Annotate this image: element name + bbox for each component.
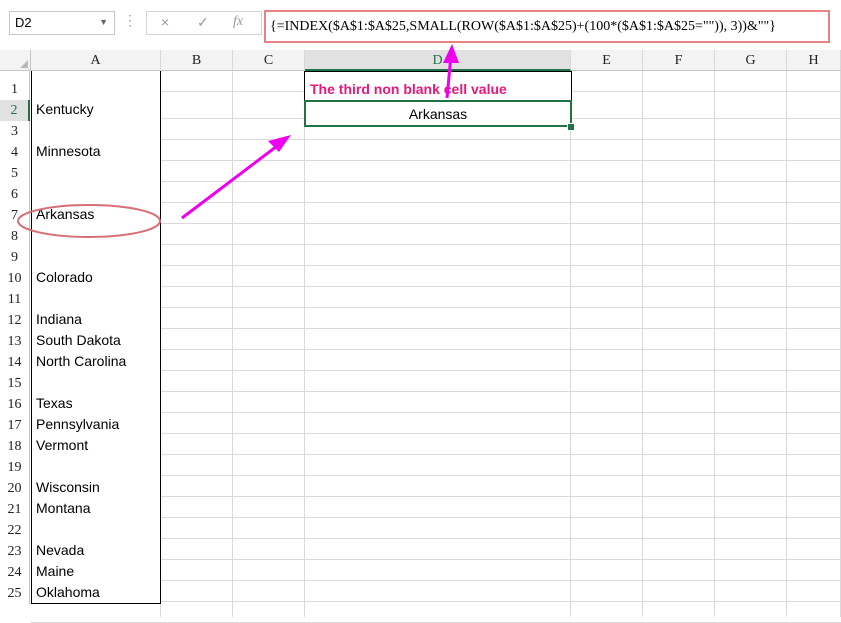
- cell-a1[interactable]: [31, 71, 161, 101]
- row-header-24[interactable]: 24: [0, 562, 30, 583]
- cell-a19[interactable]: [31, 456, 161, 478]
- row-header-3[interactable]: 3: [0, 121, 30, 142]
- cell-value: Montana: [36, 500, 90, 516]
- column-header-h[interactable]: H: [787, 50, 841, 71]
- formula-text: {=INDEX($A$1:$A$25,SMALL(ROW($A$1:$A$25)…: [270, 19, 776, 35]
- cell-a10[interactable]: Colorado: [31, 267, 161, 289]
- grid-vline: [232, 71, 233, 617]
- cell-a9[interactable]: [31, 246, 161, 268]
- cell-a6[interactable]: [31, 183, 161, 205]
- cell-value: Kentucky: [36, 101, 94, 117]
- row-header-14[interactable]: 14: [0, 352, 30, 373]
- cell-a16[interactable]: Texas: [31, 393, 161, 415]
- formula-input[interactable]: {=INDEX($A$1:$A$25,SMALL(ROW($A$1:$A$25)…: [264, 10, 830, 43]
- grid-vline: [570, 71, 571, 617]
- cell-value: South Dakota: [36, 332, 121, 348]
- formula-buttons: × ✓ fx: [146, 11, 262, 35]
- grid-vline: [714, 71, 715, 617]
- cell-value: Nevada: [36, 542, 84, 558]
- cell-a8[interactable]: [31, 225, 161, 247]
- row-header-5[interactable]: 5: [0, 163, 30, 184]
- cell-a2[interactable]: Kentucky: [31, 99, 161, 121]
- name-box-value: D2: [15, 15, 32, 30]
- formula-bar-area: D2 ▼ ⋮ × ✓ fx {=INDEX($A$1:$A$25,SMALL(R…: [0, 0, 841, 50]
- column-header-e[interactable]: E: [571, 50, 643, 71]
- row-header-11[interactable]: 11: [0, 289, 30, 310]
- cell-a3[interactable]: [31, 120, 161, 142]
- cell-a23[interactable]: Nevada: [31, 540, 161, 562]
- cell-a17[interactable]: Pennsylvania: [31, 414, 161, 436]
- cell-value: Wisconsin: [36, 479, 100, 495]
- grid-vline: [304, 71, 305, 617]
- cell-a11[interactable]: [31, 288, 161, 310]
- cell-value: North Carolina: [36, 353, 126, 369]
- arrow-to-d2: [182, 135, 291, 218]
- cell-value: Pennsylvania: [36, 416, 119, 432]
- row-header-18[interactable]: 18: [0, 436, 30, 457]
- column-header-b[interactable]: B: [161, 50, 233, 71]
- cell-value: Indiana: [36, 311, 82, 327]
- row-header-12[interactable]: 12: [0, 310, 30, 331]
- cell-value: Texas: [36, 395, 73, 411]
- row-header-17[interactable]: 17: [0, 415, 30, 436]
- row-header-2[interactable]: 2: [0, 100, 30, 121]
- fill-handle[interactable]: [567, 123, 575, 131]
- row-header-10[interactable]: 10: [0, 268, 30, 289]
- cell-d2-value: Arkansas: [409, 106, 467, 122]
- row-header-6[interactable]: 6: [0, 184, 30, 205]
- grid-vline: [786, 71, 787, 617]
- cell-d2-selected[interactable]: Arkansas: [304, 100, 572, 127]
- cell-a18[interactable]: Vermont: [31, 435, 161, 457]
- cell-a24[interactable]: Maine: [31, 561, 161, 583]
- grid-vline: [642, 71, 643, 617]
- cell-a25[interactable]: Oklahoma: [31, 582, 161, 604]
- cell-value: Oklahoma: [36, 584, 100, 600]
- row-header-9[interactable]: 9: [0, 247, 30, 268]
- cell-value: Colorado: [36, 269, 93, 285]
- chevron-down-icon[interactable]: ▼: [99, 17, 108, 27]
- enter-icon[interactable]: ✓: [197, 14, 209, 31]
- row-header-23[interactable]: 23: [0, 541, 30, 562]
- select-all-corner[interactable]: [0, 50, 31, 71]
- cell-a20[interactable]: Wisconsin: [31, 477, 161, 499]
- cell-value: Vermont: [36, 437, 88, 453]
- row-header-7[interactable]: 7: [0, 205, 30, 226]
- row-header-21[interactable]: 21: [0, 499, 30, 520]
- row-header-15[interactable]: 15: [0, 373, 30, 394]
- column-header-g[interactable]: G: [715, 50, 787, 71]
- insert-function-icon[interactable]: fx: [233, 14, 243, 30]
- cell-value: Maine: [36, 563, 74, 579]
- cell-d1[interactable]: The third non blank cell value: [304, 71, 572, 101]
- column-header-d[interactable]: D: [305, 50, 571, 71]
- cell-a7[interactable]: Arkansas: [31, 204, 161, 226]
- drag-handle-icon[interactable]: ⋮: [123, 12, 136, 29]
- cell-a14[interactable]: North Carolina: [31, 351, 161, 373]
- row-header-8[interactable]: 8: [0, 226, 30, 247]
- annotation-label: The third non blank cell value: [310, 81, 507, 97]
- cancel-icon[interactable]: ×: [161, 14, 169, 30]
- cell-a22[interactable]: [31, 519, 161, 541]
- cell-value: Arkansas: [36, 206, 94, 222]
- column-header-c[interactable]: C: [233, 50, 305, 71]
- column-header-a[interactable]: A: [31, 50, 161, 71]
- cell-a4[interactable]: Minnesota: [31, 141, 161, 163]
- cell-a13[interactable]: South Dakota: [31, 330, 161, 352]
- cell-a21[interactable]: Montana: [31, 498, 161, 520]
- row-header-22[interactable]: 22: [0, 520, 30, 541]
- row-header-1[interactable]: 1: [0, 71, 30, 100]
- row-header-25[interactable]: 25: [0, 583, 30, 604]
- row-header-16[interactable]: 16: [0, 394, 30, 415]
- cell-value: Minnesota: [36, 143, 101, 159]
- cell-a5[interactable]: [31, 162, 161, 184]
- cell-a12[interactable]: Indiana: [31, 309, 161, 331]
- row-header-4[interactable]: 4: [0, 142, 30, 163]
- row-header-13[interactable]: 13: [0, 331, 30, 352]
- row-header-19[interactable]: 19: [0, 457, 30, 478]
- name-box[interactable]: D2 ▼: [9, 11, 115, 35]
- column-header-f[interactable]: F: [643, 50, 715, 71]
- cell-a15[interactable]: [31, 372, 161, 394]
- row-header-20[interactable]: 20: [0, 478, 30, 499]
